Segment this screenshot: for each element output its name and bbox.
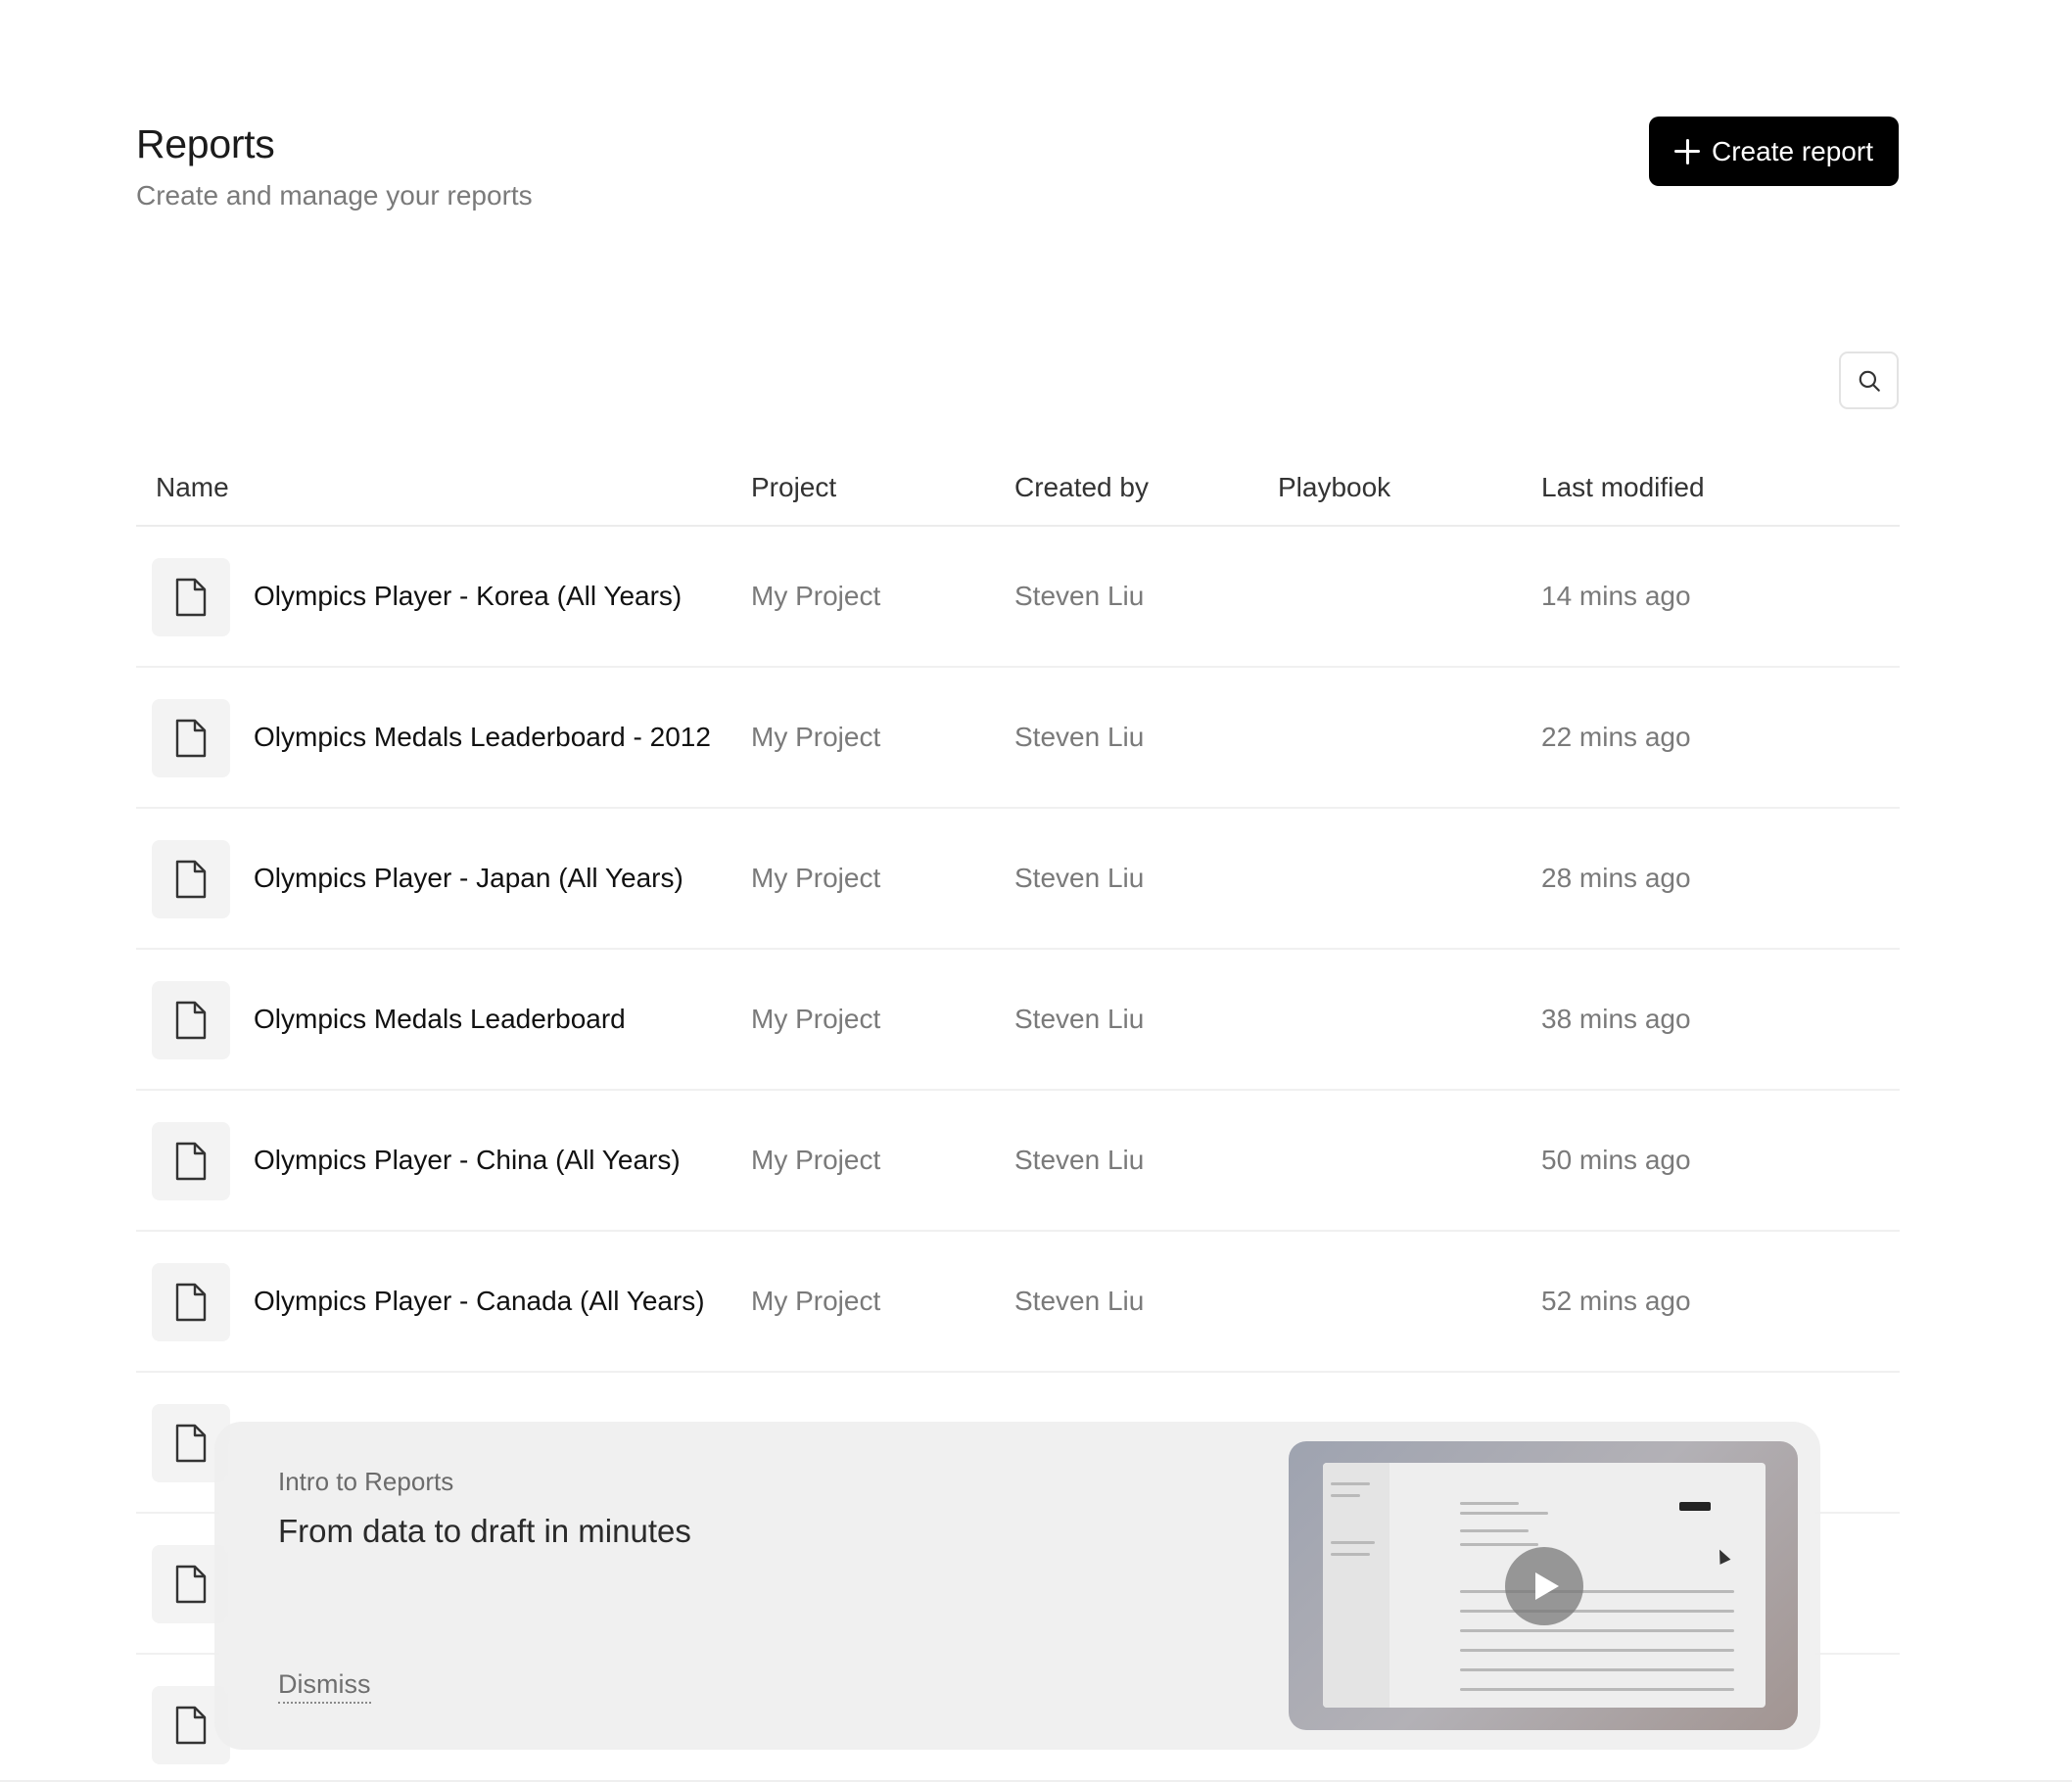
report-name[interactable]: Olympics Player - Korea (All Years) <box>254 581 682 612</box>
file-icon <box>152 840 230 918</box>
thumbnail-line <box>1460 1502 1519 1505</box>
reports-page: Reports Create and manage your reports C… <box>0 0 2072 1782</box>
report-project: My Project <box>751 863 881 893</box>
report-last-modified: 50 mins ago <box>1541 1145 1691 1175</box>
intro-eyebrow: Intro to Reports <box>278 1467 454 1496</box>
play-button[interactable] <box>1505 1547 1583 1625</box>
thumbnail-button <box>1679 1502 1711 1511</box>
plus-icon <box>1674 138 1701 164</box>
file-icon <box>152 1122 230 1200</box>
report-name[interactable]: Olympics Player - Japan (All Years) <box>254 863 683 894</box>
report-last-modified: 52 mins ago <box>1541 1286 1691 1316</box>
thumbnail-line <box>1460 1543 1538 1546</box>
thumbnail-line <box>1331 1482 1370 1485</box>
create-report-label: Create report <box>1712 135 1873 166</box>
table-row[interactable]: Olympics Medals Leaderboard - 2012 My Pr… <box>136 668 1900 809</box>
report-project: My Project <box>751 581 881 611</box>
column-header-created-by[interactable]: Created by <box>1014 472 1149 503</box>
report-name[interactable]: Olympics Player - China (All Years) <box>254 1145 681 1176</box>
column-header-project[interactable]: Project <box>751 472 836 503</box>
thumbnail-line <box>1460 1688 1734 1691</box>
report-name[interactable]: Olympics Medals Leaderboard - 2012 <box>254 722 711 753</box>
report-creator: Steven Liu <box>1014 1145 1145 1175</box>
search-button[interactable] <box>1839 352 1899 409</box>
play-icon <box>1535 1572 1559 1600</box>
thumbnail-sidebar <box>1323 1463 1389 1708</box>
table-row[interactable]: Olympics Player - Japan (All Years) My P… <box>136 809 1900 950</box>
report-name[interactable]: Olympics Medals Leaderboard <box>254 1004 626 1035</box>
report-name[interactable]: Olympics Player - Canada (All Years) <box>254 1286 705 1317</box>
report-creator: Steven Liu <box>1014 581 1145 611</box>
report-last-modified: 22 mins ago <box>1541 722 1691 752</box>
column-header-playbook[interactable]: Playbook <box>1278 472 1390 503</box>
thumbnail-line <box>1460 1512 1548 1515</box>
table-header: Name Project Created by Playbook Last mo… <box>136 450 1900 527</box>
dismiss-button[interactable]: Dismiss <box>278 1669 371 1704</box>
thumbnail-line <box>1460 1668 1734 1671</box>
file-icon <box>152 558 230 636</box>
report-last-modified: 14 mins ago <box>1541 581 1691 611</box>
report-creator: Steven Liu <box>1014 1286 1145 1316</box>
file-icon <box>152 981 230 1059</box>
report-creator: Steven Liu <box>1014 1004 1145 1034</box>
report-project: My Project <box>751 1286 881 1316</box>
thumbnail-line <box>1460 1610 1734 1613</box>
create-report-button[interactable]: Create report <box>1649 117 1899 186</box>
thumbnail-line <box>1460 1649 1734 1652</box>
column-header-last-modified[interactable]: Last modified <box>1541 472 1705 503</box>
thumbnail-line <box>1460 1590 1734 1593</box>
report-last-modified: 38 mins ago <box>1541 1004 1691 1034</box>
thumbnail-line <box>1460 1529 1529 1532</box>
table-row[interactable]: Olympics Player - Korea (All Years) My P… <box>136 527 1900 668</box>
table-row[interactable]: Olympics Player - Canada (All Years) My … <box>136 1232 1900 1373</box>
report-project: My Project <box>751 1004 881 1034</box>
report-creator: Steven Liu <box>1014 722 1145 752</box>
column-header-name[interactable]: Name <box>156 472 229 503</box>
thumbnail-line <box>1331 1553 1370 1556</box>
intro-video[interactable] <box>1289 1441 1798 1730</box>
report-creator: Steven Liu <box>1014 863 1145 893</box>
report-project: My Project <box>751 1145 881 1175</box>
intro-title: From data to draft in minutes <box>278 1513 691 1549</box>
report-project: My Project <box>751 722 881 752</box>
thumbnail-line <box>1460 1629 1734 1632</box>
cursor-icon <box>1714 1547 1731 1565</box>
file-icon <box>152 699 230 777</box>
table-row[interactable]: Olympics Player - China (All Years) My P… <box>136 1091 1900 1232</box>
thumbnail-line <box>1331 1541 1375 1544</box>
report-last-modified: 28 mins ago <box>1541 863 1691 893</box>
intro-card: Intro to Reports From data to draft in m… <box>214 1422 1820 1750</box>
thumbnail-line <box>1331 1494 1360 1497</box>
page-title: Reports <box>136 121 275 166</box>
file-icon <box>152 1263 230 1341</box>
table-row[interactable]: Olympics Medals Leaderboard My Project S… <box>136 950 1900 1091</box>
page-subtitle: Create and manage your reports <box>136 180 533 211</box>
search-icon <box>1859 370 1880 392</box>
